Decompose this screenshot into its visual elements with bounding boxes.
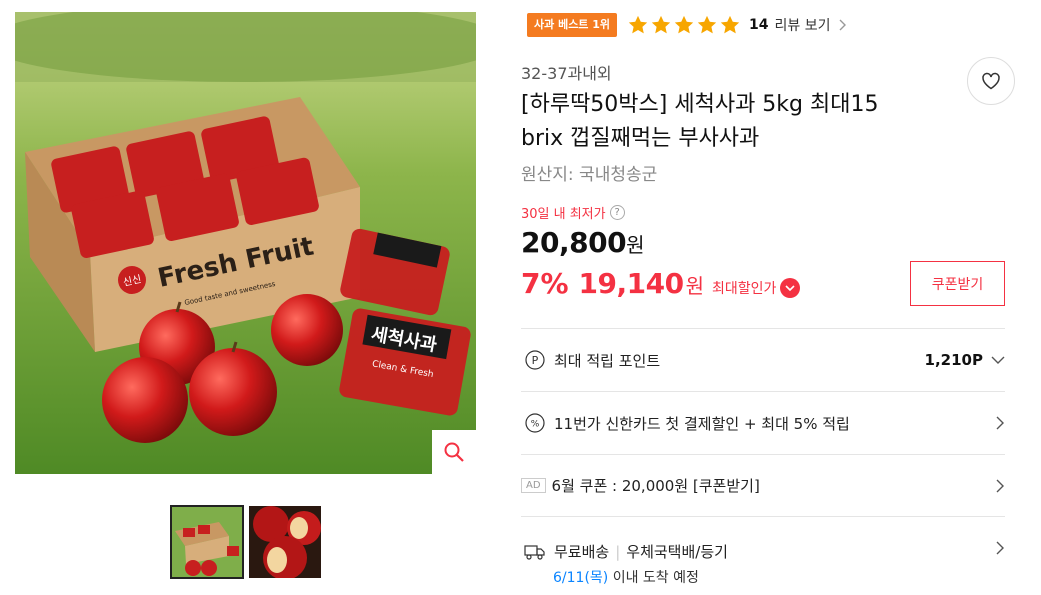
ad-coupon-row[interactable]: AD 6월 쿠폰 : 20,000원 [쿠폰받기]: [521, 454, 1005, 516]
thumbnail-strip: [170, 505, 321, 579]
origin-label: 원산지: 국내청송군: [521, 165, 658, 185]
point-icon: P: [524, 349, 546, 371]
ad-badge: AD: [521, 478, 546, 493]
max-discount-link[interactable]: 최대할인가: [712, 278, 801, 298]
ad-coupon-chevron: [996, 479, 1005, 493]
original-price: 20,800원: [521, 226, 644, 259]
percent-icon: %: [524, 412, 546, 434]
chevron-right-icon: [996, 541, 1004, 555]
shipping-chevron: [996, 541, 1005, 555]
chevron-down-circle-icon: [780, 278, 801, 298]
ad-coupon-label: 6월 쿠폰 : 20,000원 [쿠폰받기]: [551, 477, 760, 495]
sale-price-row: 7% 19,140 원 최대할인가: [521, 267, 801, 300]
carrier-label: 우체국택배/등기: [626, 543, 728, 561]
delivery-suffix: 이내 도착 예정: [612, 570, 699, 586]
seller-option: 32-37과내외: [521, 64, 612, 83]
svg-text:%: %: [531, 420, 540, 430]
review-count[interactable]: 14: [749, 17, 768, 33]
magnifier-icon: [444, 442, 464, 462]
points-value: 1,210P: [924, 351, 983, 369]
star-icon: [628, 15, 648, 34]
points-value-group: 1,210P: [925, 351, 1005, 369]
heart-icon: [982, 72, 1000, 90]
product-title-line-2: brix 껍질째먹는 부사사과: [521, 126, 760, 151]
original-price-value: 20,800: [521, 226, 627, 259]
points-row[interactable]: P 최대 적립 포인트 1,210P: [521, 328, 1005, 391]
star-icon: [651, 15, 671, 34]
product-title: [하루딱50박스] 세척사과 5kg 최대15 brix 껍질째먹는 부사사과: [521, 88, 951, 156]
separator: |: [615, 543, 621, 561]
review-link[interactable]: 리뷰 보기: [775, 15, 831, 35]
points-label: 최대 적립 포인트: [554, 351, 661, 370]
rating-row: 사과 베스트 1위 14 리뷰 보기: [527, 12, 847, 38]
main-product-image[interactable]: 신신 Fresh Fruit Good taste and sweetness …: [15, 12, 476, 474]
star-icon: [674, 15, 694, 34]
zoom-button[interactable]: [432, 430, 476, 474]
free-shipping-label: 무료배송: [554, 543, 610, 561]
delivery-estimate: 6/11(목) 이내 도착 예정: [553, 567, 699, 587]
thumbnail-1[interactable]: [170, 505, 244, 579]
star-icon: [697, 15, 717, 34]
product-title-line-1: [하루딱50박스] 세척사과 5kg 최대15: [521, 92, 879, 117]
chevron-right-icon: [996, 416, 1004, 430]
chevron-down-icon: [991, 356, 1005, 364]
best-badge: 사과 베스트 1위: [527, 13, 618, 37]
sale-price-unit: 원: [685, 274, 705, 298]
card-benefit-label: 11번가 신한카드 첫 결제할인 + 최대 5% 적립: [554, 414, 850, 433]
question-icon[interactable]: ?: [609, 205, 625, 220]
lowest-price-text: 30일 내 최저가: [521, 207, 606, 222]
card-chevron: [996, 416, 1005, 430]
star-rating: [627, 14, 741, 36]
original-price-unit: 원: [626, 233, 644, 257]
thumbnail-2[interactable]: [249, 506, 321, 578]
sale-rate: 7%: [521, 267, 569, 300]
delivery-date: 6/11(목): [553, 570, 609, 586]
max-discount-label: 최대할인가: [712, 281, 777, 297]
card-benefit-row[interactable]: % 11번가 신한카드 첫 결제할인 + 최대 5% 적립: [521, 391, 1005, 454]
truck-icon: [524, 541, 546, 563]
chevron-right-icon: [839, 19, 846, 31]
coupon-button[interactable]: 쿠폰받기: [910, 261, 1005, 306]
sale-price: 19,140: [578, 267, 685, 300]
svg-text:P: P: [532, 354, 539, 367]
shipping-row[interactable]: 무료배송 | 우체국택배/등기 6/11(목) 이내 도착 예정: [521, 516, 1005, 595]
chevron-right-icon: [996, 479, 1004, 492]
shipping-info: 무료배송 | 우체국택배/등기: [554, 541, 728, 562]
wishlist-button[interactable]: [967, 57, 1015, 105]
star-icon: [720, 15, 740, 34]
lowest-price-label: 30일 내 최저가 ?: [521, 203, 625, 222]
